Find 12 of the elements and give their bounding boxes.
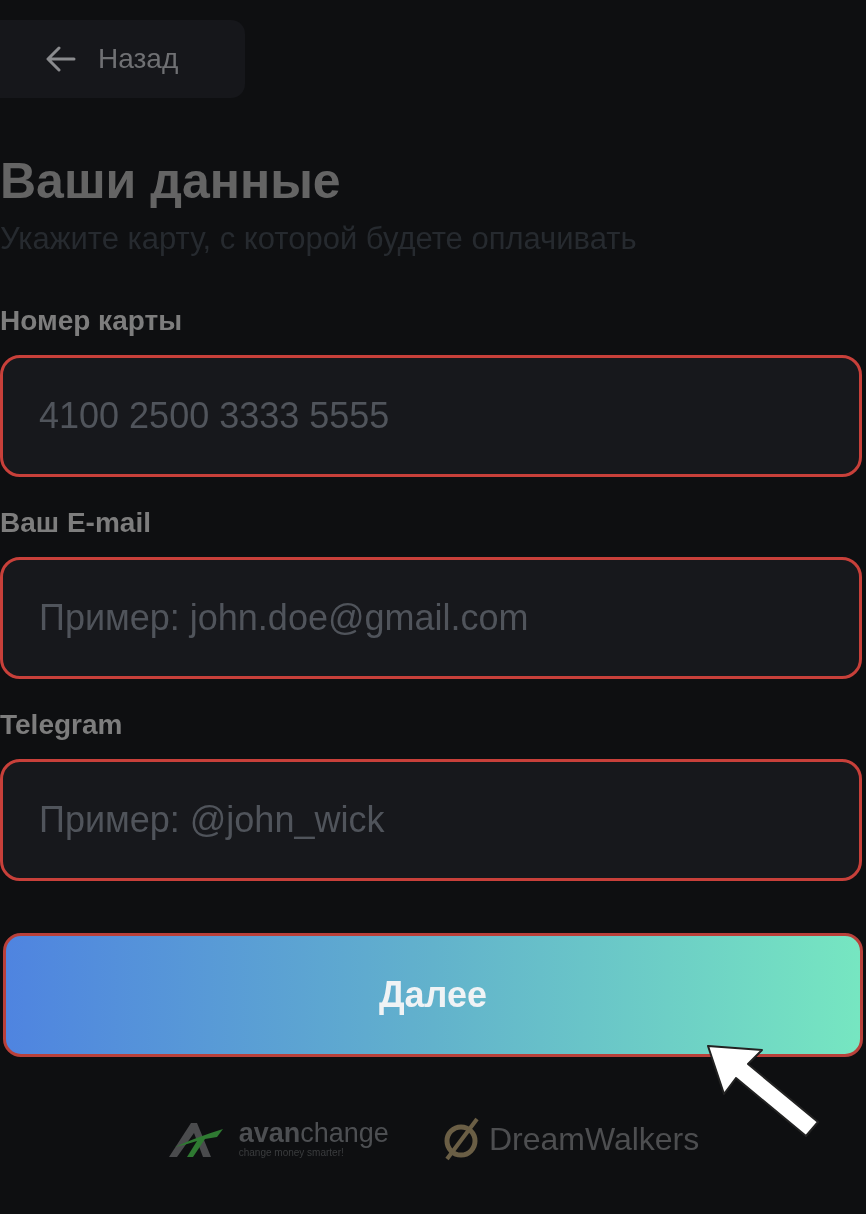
brand-name: avanchange <box>238 1118 389 1148</box>
next-button[interactable]: Далее <box>3 933 863 1057</box>
field-label: Ваш E-mail <box>0 507 152 539</box>
field-label: Номер карты <box>0 305 184 337</box>
page-title: Ваши данные <box>0 154 342 209</box>
back-arrow-icon <box>46 46 76 72</box>
input-field[interactable]: Пример: john.doe@gmail.com <box>0 557 862 679</box>
input-field[interactable]: 4100 2500 3333 5555 <box>0 355 862 477</box>
back-button[interactable]: Назад <box>0 20 245 98</box>
brand-name: DreamWalkers <box>488 1120 700 1158</box>
input-field[interactable]: Пример: @john_wick <box>0 759 862 881</box>
field-label: Telegram <box>0 709 124 741</box>
